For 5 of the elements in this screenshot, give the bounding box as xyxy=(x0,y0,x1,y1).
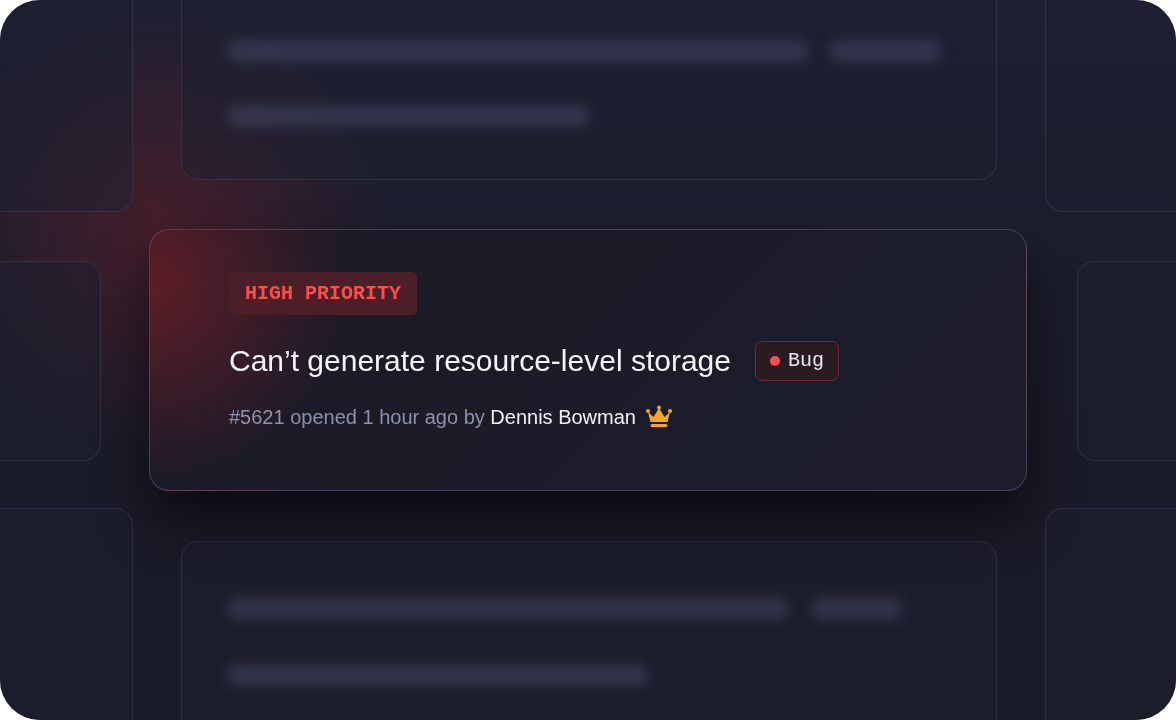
issue-meta: #5621 opened 1 hour ago by Dennis Bowman xyxy=(229,405,636,429)
tag-label: Bug xyxy=(787,351,824,371)
crown-icon xyxy=(645,405,672,429)
priority-badge: HIGH PRIORITY xyxy=(229,272,418,315)
issue-title: Can’t generate resource-level storage xyxy=(229,344,731,378)
